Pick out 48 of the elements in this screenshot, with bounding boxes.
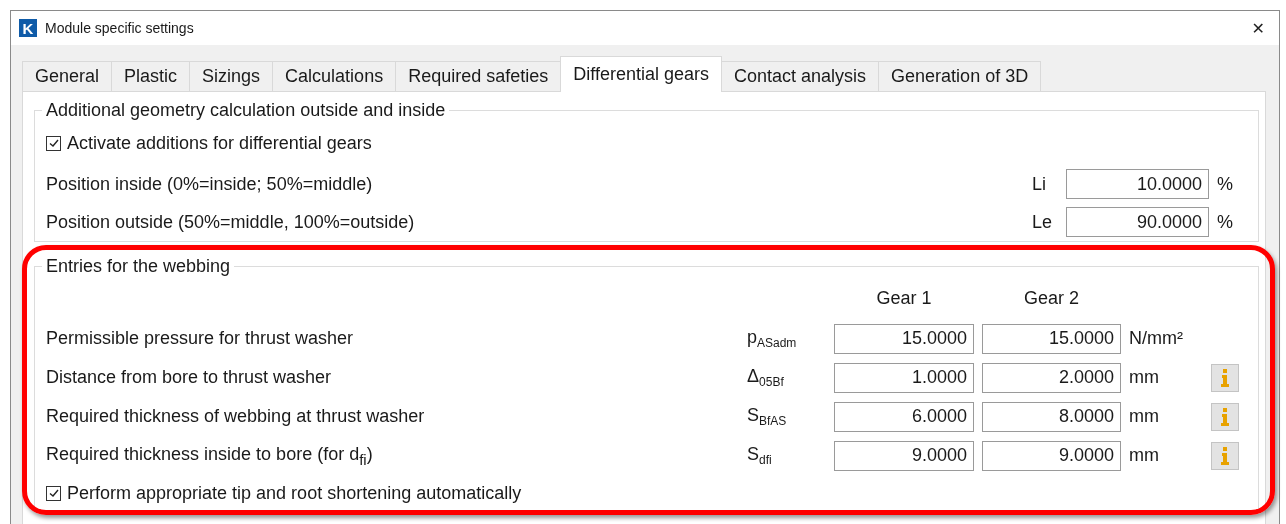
unit-label: %	[1217, 211, 1234, 233]
unit-label: mm	[1129, 445, 1160, 466]
column-header: Gear 1	[875, 287, 933, 309]
symbol-label: Δ$_{05Bf}$	[747, 366, 785, 389]
checkbox-label: Perform appropriate tip and root shortening automatically	[67, 482, 522, 504]
column-header: Gear 2	[1023, 287, 1080, 309]
symbol-label: S$_{BfAS}$	[747, 405, 788, 428]
input-field[interactable]: 90.0000	[1066, 207, 1209, 237]
field-label: Distance from bore to thrust washer	[46, 367, 333, 388]
unit-label: mm	[1129, 367, 1160, 388]
tab[interactable]: Generation of 3D	[878, 61, 1042, 91]
symbol-label: p$_{ASadm}$	[747, 327, 798, 350]
app-logo: K	[19, 19, 37, 37]
close-button[interactable]: ✕	[1245, 18, 1271, 38]
input-field[interactable]: 8.0000	[982, 401, 1121, 432]
info-button[interactable]	[1211, 363, 1239, 392]
unit-label: N/mm²	[1129, 328, 1184, 349]
input-field[interactable]: 9.0000	[834, 440, 974, 471]
info-icon	[1219, 367, 1231, 388]
checkbox-label: Activate additions for differential gears	[67, 132, 372, 154]
symbol-label: Li	[1032, 173, 1047, 195]
checkbox[interactable]	[46, 135, 61, 151]
checkbox[interactable]	[46, 485, 61, 501]
info-icon	[1219, 445, 1231, 466]
window-title: Module specific settings	[45, 20, 195, 36]
input-field[interactable]: 15.0000	[982, 323, 1121, 354]
info-icon	[1219, 406, 1231, 427]
input-field[interactable]: 6.0000	[834, 401, 974, 432]
group-title: Entries for the webbing	[45, 256, 232, 277]
field-label: Required thickness inside to bore (for d$_{fi}$)	[46, 443, 374, 468]
input-field[interactable]: 9.0000	[982, 440, 1121, 471]
tab[interactable]: General	[22, 61, 113, 91]
symbol-label: Le	[1032, 211, 1054, 233]
field-label: Permissible pressure for thrust washer	[46, 328, 355, 349]
input-field[interactable]: 10.0000	[1066, 169, 1209, 199]
field-label: Position outside (50%=middle, 100%=outside)	[46, 211, 416, 233]
unit-label: %	[1217, 173, 1234, 195]
field-label: Position inside (0%=inside; 50%=middle)	[46, 173, 374, 195]
input-field[interactable]: 15.0000	[834, 323, 974, 354]
group-title: Additional geometry calculation outside and inside	[45, 100, 447, 121]
symbol-label: S$_{dfi}$	[747, 444, 773, 467]
info-button[interactable]	[1211, 402, 1239, 431]
info-button[interactable]	[1211, 441, 1239, 470]
input-field[interactable]: 2.0000	[982, 362, 1121, 393]
unit-label: mm	[1129, 406, 1160, 427]
field-label: Required thickness of webbing at thrust washer	[46, 406, 426, 427]
tab[interactable]: Differential gears	[560, 56, 722, 92]
input-field[interactable]: 1.0000	[834, 362, 974, 393]
